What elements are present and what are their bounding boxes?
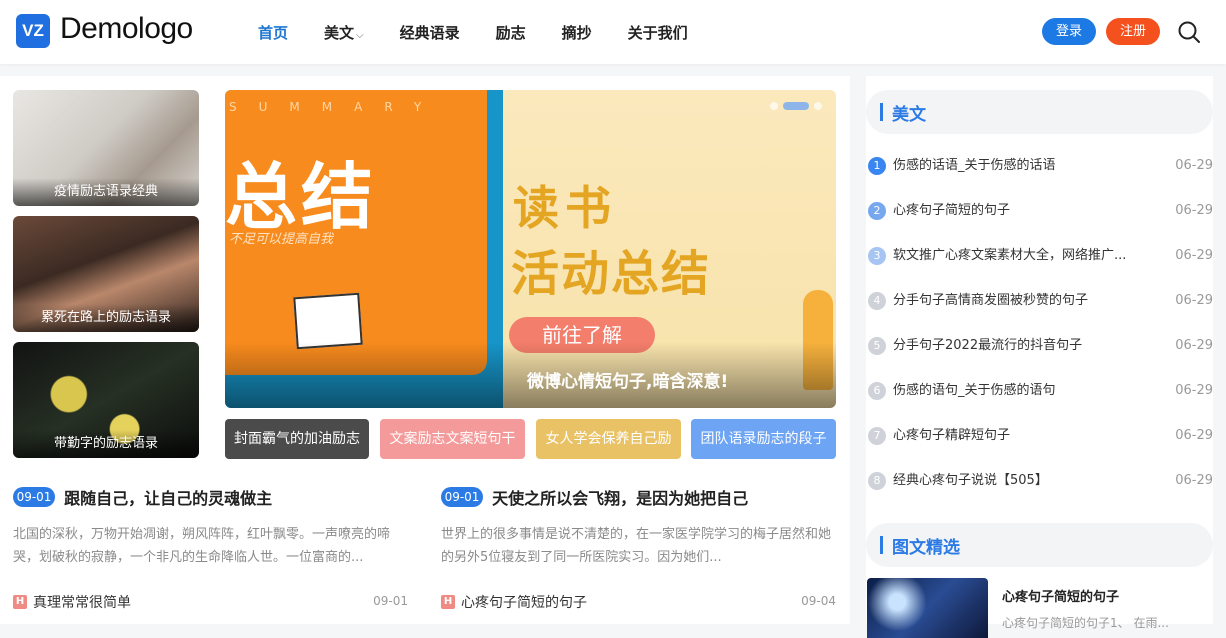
- logo-icon[interactable]: VZ: [16, 14, 50, 48]
- banner-line2: 活动总结: [511, 246, 712, 302]
- thumb-card[interactable]: 疫情励志语录经典: [13, 90, 199, 206]
- mini-post-item: H 真理常常很简单 09-01: [13, 592, 408, 611]
- rank-date: 06-29: [1175, 338, 1213, 353]
- featured-title[interactable]: 心疼句子简短的句子: [1002, 586, 1119, 605]
- mini-post-title[interactable]: 心疼句子简短的句子: [461, 595, 587, 611]
- banner-summary-text: SUMMARY: [229, 100, 444, 114]
- rank-date: 06-29: [1175, 293, 1213, 308]
- logo-text[interactable]: Demologo: [60, 12, 193, 46]
- rank-number: 8: [868, 472, 886, 490]
- nav-item-home[interactable]: 首页: [258, 22, 288, 43]
- rank-date: 06-29: [1175, 203, 1213, 218]
- rank-item: 7 心疼句子精辟短句子 06-29: [866, 426, 1213, 446]
- topic-tag[interactable]: 封面霸气的加油励志: [225, 419, 369, 459]
- banner-sub-text: 不足可以提高自我: [229, 232, 334, 247]
- rank-item: 5 分手句子2022最流行的抖音句子 06-29: [866, 336, 1213, 356]
- nav-item-label: 美文: [324, 23, 355, 42]
- featured-excerpt: 心疼句子简短的句子1、 在雨...: [1002, 616, 1169, 630]
- nav-item-excerpts[interactable]: 摘抄: [562, 22, 592, 43]
- rank-title[interactable]: 伤感的语句_关于伤感的语句: [893, 381, 1148, 401]
- rank-date: 06-29: [1175, 428, 1213, 443]
- rank-title[interactable]: 伤感的话语_关于伤感的话语: [893, 156, 1148, 176]
- post-card: 09-01 跟随自己，让自己的灵魂做主 北国的深秋，万物开始凋谢，朔风阵阵，红叶…: [13, 485, 413, 569]
- main-nav: 首页 美文 ⌵ 经典语录 励志 摘抄 关于我们: [240, 0, 706, 64]
- register-button[interactable]: 注册: [1106, 18, 1160, 45]
- hot-icon: H: [441, 595, 455, 609]
- rank-item: 2 心疼句子简短的句子 06-29: [866, 201, 1213, 221]
- nav-item-meiwen[interactable]: 美文 ⌵: [324, 22, 364, 43]
- search-icon[interactable]: [1177, 20, 1201, 44]
- rank-number: 3: [868, 247, 886, 265]
- rank-title[interactable]: 经典心疼句子说说【505】: [893, 471, 1148, 491]
- thumb-caption: 累死在路上的励志语录: [13, 304, 199, 332]
- post-title[interactable]: 跟随自己，让自己的灵魂做主: [64, 489, 272, 508]
- banner-line1: 读书: [513, 181, 617, 235]
- book-illustration: [293, 292, 363, 350]
- rank-item: 6 伤感的语句_关于伤感的语句 06-29: [866, 381, 1213, 401]
- rank-item: 8 经典心疼句子说说【505】 06-29: [866, 471, 1213, 491]
- rank-number: 1: [868, 157, 886, 175]
- nav-item-quotes[interactable]: 经典语录: [400, 22, 460, 43]
- section-header: 美文: [866, 90, 1213, 134]
- featured-image[interactable]: [867, 578, 988, 638]
- rank-date: 06-29: [1175, 383, 1213, 398]
- topic-tag[interactable]: 女人学会保养自己励: [536, 419, 681, 459]
- rank-title[interactable]: 分手句子2022最流行的抖音句子: [893, 336, 1148, 356]
- section-title[interactable]: 美文: [892, 100, 926, 125]
- thumb-card[interactable]: 带勤字的励志语录: [13, 342, 199, 458]
- post-title[interactable]: 天使之所以会飞翔，是因为她把自己: [492, 489, 748, 508]
- post-card: 09-01 天使之所以会飞翔，是因为她把自己 世界上的很多事情是说不清楚的，在一…: [441, 485, 841, 569]
- slider-dot[interactable]: [770, 102, 778, 110]
- thumb-card[interactable]: 累死在路上的励志语录: [13, 216, 199, 332]
- mini-post-item: H 心疼句子简短的句子 09-04: [441, 592, 836, 611]
- nav-item-inspire[interactable]: 励志: [496, 22, 526, 43]
- rank-number: 5: [868, 337, 886, 355]
- thumb-caption: 疫情励志语录经典: [13, 178, 199, 206]
- topic-tag[interactable]: 团队语录励志的段子: [691, 419, 836, 459]
- rank-number: 7: [868, 427, 886, 445]
- slider-dots: [765, 102, 822, 110]
- rank-title[interactable]: 软文推广心疼文案素材大全，网络推广...: [893, 246, 1148, 266]
- rank-number: 2: [868, 202, 886, 220]
- date-badge: 09-01: [13, 487, 55, 507]
- thumb-caption: 带勤字的励志语录: [13, 430, 199, 458]
- chevron-down-icon: ⌵: [356, 29, 364, 41]
- slider-dot[interactable]: [814, 102, 822, 110]
- post-excerpt: 世界上的很多事情是说不清楚的，在一家医学院学习的梅子居然和她的另外5位寝友到了同…: [441, 527, 832, 565]
- rank-title[interactable]: 心疼句子精辟短句子: [893, 426, 1148, 446]
- section-accent-bar: [880, 536, 883, 554]
- nav-item-about[interactable]: 关于我们: [628, 22, 688, 43]
- section-accent-bar: [880, 103, 883, 121]
- mini-post-title[interactable]: 真理常常很简单: [33, 595, 131, 611]
- slider-dot-active[interactable]: [783, 102, 809, 110]
- rank-item: 3 软文推广心疼文案素材大全，网络推广... 06-29: [866, 246, 1213, 266]
- rank-number: 4: [868, 292, 886, 310]
- rank-number: 6: [868, 382, 886, 400]
- topic-tag[interactable]: 文案励志文案短句干: [380, 419, 525, 459]
- top-header: VZ Demologo 首页 美文 ⌵ 经典语录 励志 摘抄 关于我们 登录 注册: [0, 0, 1226, 64]
- rank-date: 06-29: [1175, 158, 1213, 173]
- mini-post-date: 09-04: [801, 594, 836, 608]
- rank-date: 06-29: [1175, 473, 1213, 488]
- hot-icon: H: [13, 595, 27, 609]
- banner-slider[interactable]: SUMMARY 总结 不足可以提高自我 读书 活动总结 前往了解 微博心情短句子…: [225, 90, 836, 408]
- rank-date: 06-29: [1175, 248, 1213, 263]
- post-excerpt: 北国的深秋，万物开始凋谢，朔风阵阵，红叶飘零。一声嘹亮的啼哭，划破秋的寂静，一个…: [13, 527, 391, 565]
- date-badge: 09-01: [441, 487, 483, 507]
- main-content: 疫情励志语录经典 累死在路上的励志语录 带勤字的励志语录 SUMMARY 总结 …: [0, 76, 850, 624]
- rank-title[interactable]: 分手句子高情商发圈被秒赞的句子: [893, 291, 1148, 311]
- section-header: 图文精选: [866, 523, 1213, 567]
- mini-post-date: 09-01: [373, 594, 408, 608]
- rank-item: 4 分手句子高情商发圈被秒赞的句子 06-29: [866, 291, 1213, 311]
- rank-title[interactable]: 心疼句子简短的句子: [893, 201, 1148, 221]
- rank-item: 1 伤感的话语_关于伤感的话语 06-29: [866, 156, 1213, 176]
- section-title[interactable]: 图文精选: [892, 533, 960, 558]
- sidebar: 美文 1 伤感的话语_关于伤感的话语 06-29 2 心疼句子简短的句子 06-…: [866, 76, 1213, 638]
- banner-caption: 微博心情短句子,暗含深意!: [225, 342, 836, 408]
- login-button[interactable]: 登录: [1042, 18, 1096, 45]
